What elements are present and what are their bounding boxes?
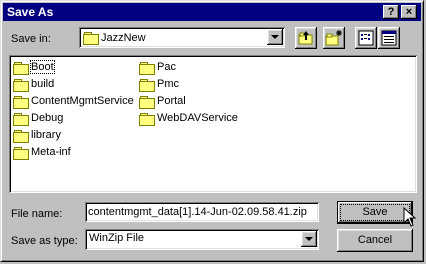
- mouse-cursor-icon: [403, 207, 417, 227]
- folder-item[interactable]: Portal: [139, 93, 186, 109]
- list-view-button[interactable]: [355, 27, 377, 49]
- folder-item[interactable]: ContentMgmtService: [13, 93, 134, 109]
- file-name-input[interactable]: contentmgmt_data[1].14-Jun-02.09.58.41.z…: [85, 202, 319, 222]
- create-new-folder-button[interactable]: [323, 27, 345, 49]
- folder-icon: [139, 78, 155, 92]
- folder-label: Pac: [157, 61, 176, 73]
- folder-icon: [83, 31, 99, 45]
- save-in-combobox[interactable]: JazzNew: [79, 27, 285, 48]
- folder-label: build: [31, 78, 55, 90]
- save-as-type-label: Save as type:: [11, 235, 78, 247]
- file-name-value: contentmgmt_data[1].14-Jun-02.09.58.41.z…: [88, 206, 307, 218]
- folder-icon: [13, 61, 29, 75]
- details-view-button[interactable]: [378, 27, 400, 49]
- file-name-label: File name:: [11, 208, 63, 220]
- folder-icon: [139, 112, 155, 126]
- folder-item[interactable]: Pac: [139, 59, 176, 75]
- folder-label: Pmc: [157, 78, 179, 90]
- help-button[interactable]: ?: [383, 5, 399, 19]
- folder-item[interactable]: Pmc: [139, 76, 179, 92]
- folder-icon: [139, 61, 155, 75]
- folder-item[interactable]: Meta-inf: [13, 144, 71, 160]
- close-button[interactable]: ×: [401, 5, 417, 19]
- folder-label: Debug: [31, 112, 64, 124]
- file-list[interactable]: Boot build ContentMgmtService Debug libr…: [9, 55, 417, 193]
- save-as-dialog: Save As ? × Save in: JazzNew Boot build …: [0, 0, 424, 262]
- folder-item[interactable]: build: [13, 76, 54, 92]
- folder-icon: [13, 112, 29, 126]
- cancel-button[interactable]: Cancel: [337, 229, 413, 252]
- folder-icon: [139, 95, 155, 109]
- folder-label: ContentMgmtService: [31, 95, 134, 107]
- folder-icon: [13, 95, 29, 109]
- save-in-dropdown-button[interactable]: [267, 29, 283, 45]
- folder-item[interactable]: library: [13, 127, 61, 143]
- save-as-type-combobox[interactable]: WinZip File: [85, 229, 319, 250]
- save-as-type-dropdown-button[interactable]: [301, 231, 317, 247]
- up-one-level-button[interactable]: [295, 27, 317, 49]
- details-view-icon: [381, 30, 397, 46]
- save-in-value: JazzNew: [101, 31, 146, 44]
- save-button[interactable]: Save: [337, 201, 413, 224]
- folder-label: Portal: [157, 95, 186, 107]
- window-title: Save As: [7, 5, 54, 19]
- folder-item[interactable]: Debug: [13, 110, 63, 126]
- create-new-folder-icon: [325, 30, 342, 46]
- folder-label: WebDAVService: [157, 112, 238, 124]
- folder-item[interactable]: Boot: [13, 59, 55, 75]
- folder-item[interactable]: WebDAVService: [139, 110, 238, 126]
- title-bar[interactable]: Save As ? ×: [3, 3, 421, 21]
- folder-icon: [13, 146, 29, 160]
- save-as-type-value: WinZip File: [89, 232, 145, 244]
- folder-label: Meta-inf: [31, 146, 71, 158]
- folder-icon: [13, 78, 29, 92]
- up-one-level-icon: [298, 31, 313, 45]
- folder-icon: [13, 129, 29, 143]
- folder-label: library: [31, 129, 61, 141]
- save-in-label: Save in:: [11, 33, 51, 45]
- folder-label: Boot: [30, 60, 55, 74]
- list-view-icon: [358, 30, 374, 46]
- chevron-down-icon: [305, 237, 313, 241]
- chevron-down-icon: [271, 35, 279, 39]
